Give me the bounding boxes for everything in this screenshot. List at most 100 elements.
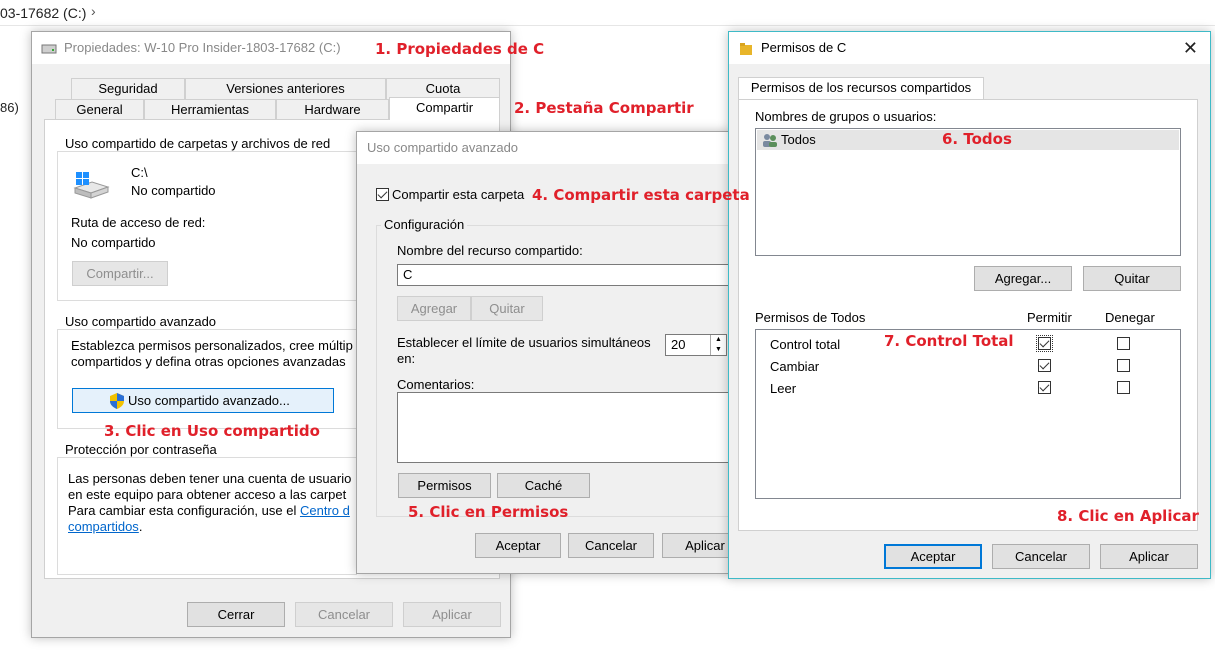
cache-button[interactable]: Caché <box>497 473 590 498</box>
stepper-up-icon[interactable]: ▲ <box>710 335 726 345</box>
close-icon[interactable]: ✕ <box>1183 38 1198 59</box>
permissions-window: Permisos de C ✕ Permisos de los recursos… <box>728 31 1211 579</box>
explorer-breadcrumb-bar: 03-17682 (C:) › <box>0 0 1215 26</box>
permissions-title: Permisos de C <box>761 40 847 55</box>
adv-add-label: Agregar <box>410 301 458 316</box>
apply-button-label: Aplicar <box>432 607 472 622</box>
share-folder-checkbox[interactable] <box>376 188 389 201</box>
permissions-titlebar[interactable]: Permisos de C ✕ <box>729 32 1210 64</box>
advanced-sharing-button[interactable]: Uso compartido avanzado... <box>72 388 334 413</box>
annotation-step-6: 6. Todos <box>942 130 1012 148</box>
chevron-right-icon[interactable]: › <box>91 3 96 19</box>
annotation-step-2: 2. Pestaña Compartir <box>514 99 694 117</box>
allow-read-checkbox[interactable] <box>1038 381 1051 394</box>
close-button-label: Cerrar <box>217 607 255 622</box>
annotation-step-7: 7. Control Total <box>884 332 1014 350</box>
tab-label: Permisos de los recursos compartidos <box>750 80 972 95</box>
adv-add-button[interactable]: Agregar <box>397 296 471 321</box>
folder-icon <box>740 43 752 55</box>
user-limit-label-2: en: <box>397 351 416 366</box>
share-name-input[interactable]: C <box>397 264 737 286</box>
tab-share-permissions[interactable]: Permisos de los recursos compartidos <box>738 77 984 99</box>
tab-label: General <box>76 102 123 117</box>
tab-quota[interactable]: Cuota <box>386 78 500 99</box>
annotation-step-3: 3. Clic en Uso compartido <box>104 422 320 440</box>
password-desc-line3: Para cambiar esta configuración, use el … <box>68 503 350 518</box>
user-limit-value: 20 <box>671 337 686 352</box>
perm-row-name: Cambiar <box>770 359 820 374</box>
advanced-sharing-title: Uso compartido avanzado <box>367 140 519 155</box>
deny-column-header: Denegar <box>1105 310 1155 325</box>
windows-drive-icon <box>73 172 110 199</box>
perm-cancel-button[interactable]: Cancelar <box>992 544 1090 569</box>
allow-column-header: Permitir <box>1027 310 1072 325</box>
permissions-for-label: Permisos de Todos <box>755 310 866 325</box>
password-desc-line4: compartidos. <box>68 519 142 534</box>
tab-previous-versions[interactable]: Versiones anteriores <box>185 78 386 99</box>
deny-change-checkbox[interactable] <box>1117 359 1130 372</box>
adv-remove-label: Quitar <box>489 301 525 316</box>
perm-row-name: Leer <box>770 381 797 396</box>
comments-textarea[interactable] <box>397 392 737 463</box>
allow-change-checkbox[interactable] <box>1038 359 1051 372</box>
tab-label: Compartir <box>415 100 474 115</box>
network-center-link[interactable]: Centro d <box>300 503 350 518</box>
share-folder-label: Compartir esta carpeta <box>392 187 525 202</box>
network-center-link-cont[interactable]: compartidos <box>68 519 139 534</box>
close-button[interactable]: Cerrar <box>187 602 285 627</box>
tab-sharing[interactable]: Compartir <box>389 97 500 120</box>
drive-name: C:\ <box>131 165 148 180</box>
adv-ok-button[interactable]: Aceptar <box>475 533 561 558</box>
perm-add-button[interactable]: Agregar... <box>974 266 1072 291</box>
password-desc-line2: en este equipo para obtener acceso a las… <box>68 487 347 502</box>
share-name-label: Nombre del recurso compartido: <box>397 243 583 258</box>
tab-label: Versiones anteriores <box>226 81 345 96</box>
cache-button-label: Caché <box>524 478 563 493</box>
permissions-button[interactable]: Permisos <box>398 473 491 498</box>
deny-read-checkbox[interactable] <box>1117 381 1130 394</box>
cancel-button[interactable]: Cancelar <box>295 602 393 627</box>
cancel-button-label: Cancelar <box>317 607 371 622</box>
uac-shield-icon <box>110 393 124 409</box>
perm-add-label: Agregar... <box>994 271 1052 286</box>
stepper-down-icon[interactable]: ▼ <box>710 345 726 355</box>
user-limit-label: Establecer el límite de usuarios simultá… <box>397 335 651 350</box>
advanced-desc-line2: compartidos y defina otras opciones avan… <box>71 354 346 369</box>
advanced-sharing-group-title: Uso compartido avanzado <box>62 314 220 329</box>
users-group-icon <box>763 134 777 147</box>
advanced-sharing-button-label: Uso compartido avanzado... <box>128 393 290 408</box>
deny-full-control-checkbox[interactable] <box>1117 337 1130 350</box>
breadcrumb-drive[interactable]: 03-17682 (C:) <box>0 5 86 21</box>
user-limit-stepper[interactable]: 20 ▲ ▼ <box>665 334 727 356</box>
tab-label: Hardware <box>304 102 361 117</box>
permissions-list: Control total Cambiar Leer <box>755 329 1181 499</box>
apply-button[interactable]: Aplicar <box>403 602 501 627</box>
drive-icon <box>41 44 57 54</box>
tab-general[interactable]: General <box>55 99 144 120</box>
adv-cancel-button[interactable]: Cancelar <box>568 533 654 558</box>
perm-remove-label: Quitar <box>1114 271 1150 286</box>
adv-remove-button[interactable]: Quitar <box>471 296 543 321</box>
permissions-button-label: Permisos <box>417 478 472 493</box>
config-group-title: Configuración <box>381 217 468 232</box>
perm-row-name: Control total <box>770 337 841 352</box>
tab-label: Herramientas <box>170 102 250 117</box>
adv-apply-label: Aplicar <box>685 538 725 553</box>
net-sharing-group-title: Uso compartido de carpetas y archivos de… <box>62 136 334 151</box>
tab-security[interactable]: Seguridad <box>71 78 185 99</box>
annotation-step-5: 5. Clic en Permisos <box>408 503 569 521</box>
perm-ok-label: Aceptar <box>910 549 956 564</box>
tab-tools[interactable]: Herramientas <box>144 99 276 120</box>
properties-title: Propiedades: W-10 Pro Insider-1803-17682… <box>64 40 341 55</box>
advanced-sharing-titlebar[interactable]: Uso compartido avanzado <box>357 132 731 164</box>
perm-remove-button[interactable]: Quitar <box>1083 266 1181 291</box>
share-button-label: Compartir... <box>86 266 154 281</box>
allow-full-control-checkbox[interactable] <box>1036 335 1053 352</box>
comments-label: Comentarios: <box>397 377 475 392</box>
share-button[interactable]: Compartir... <box>72 261 168 286</box>
perm-ok-button[interactable]: Aceptar <box>884 544 982 569</box>
adv-cancel-label: Cancelar <box>584 538 638 553</box>
tab-hardware[interactable]: Hardware <box>276 99 389 120</box>
password-group-title: Protección por contraseña <box>62 442 220 457</box>
perm-apply-button[interactable]: Aplicar <box>1100 544 1198 569</box>
